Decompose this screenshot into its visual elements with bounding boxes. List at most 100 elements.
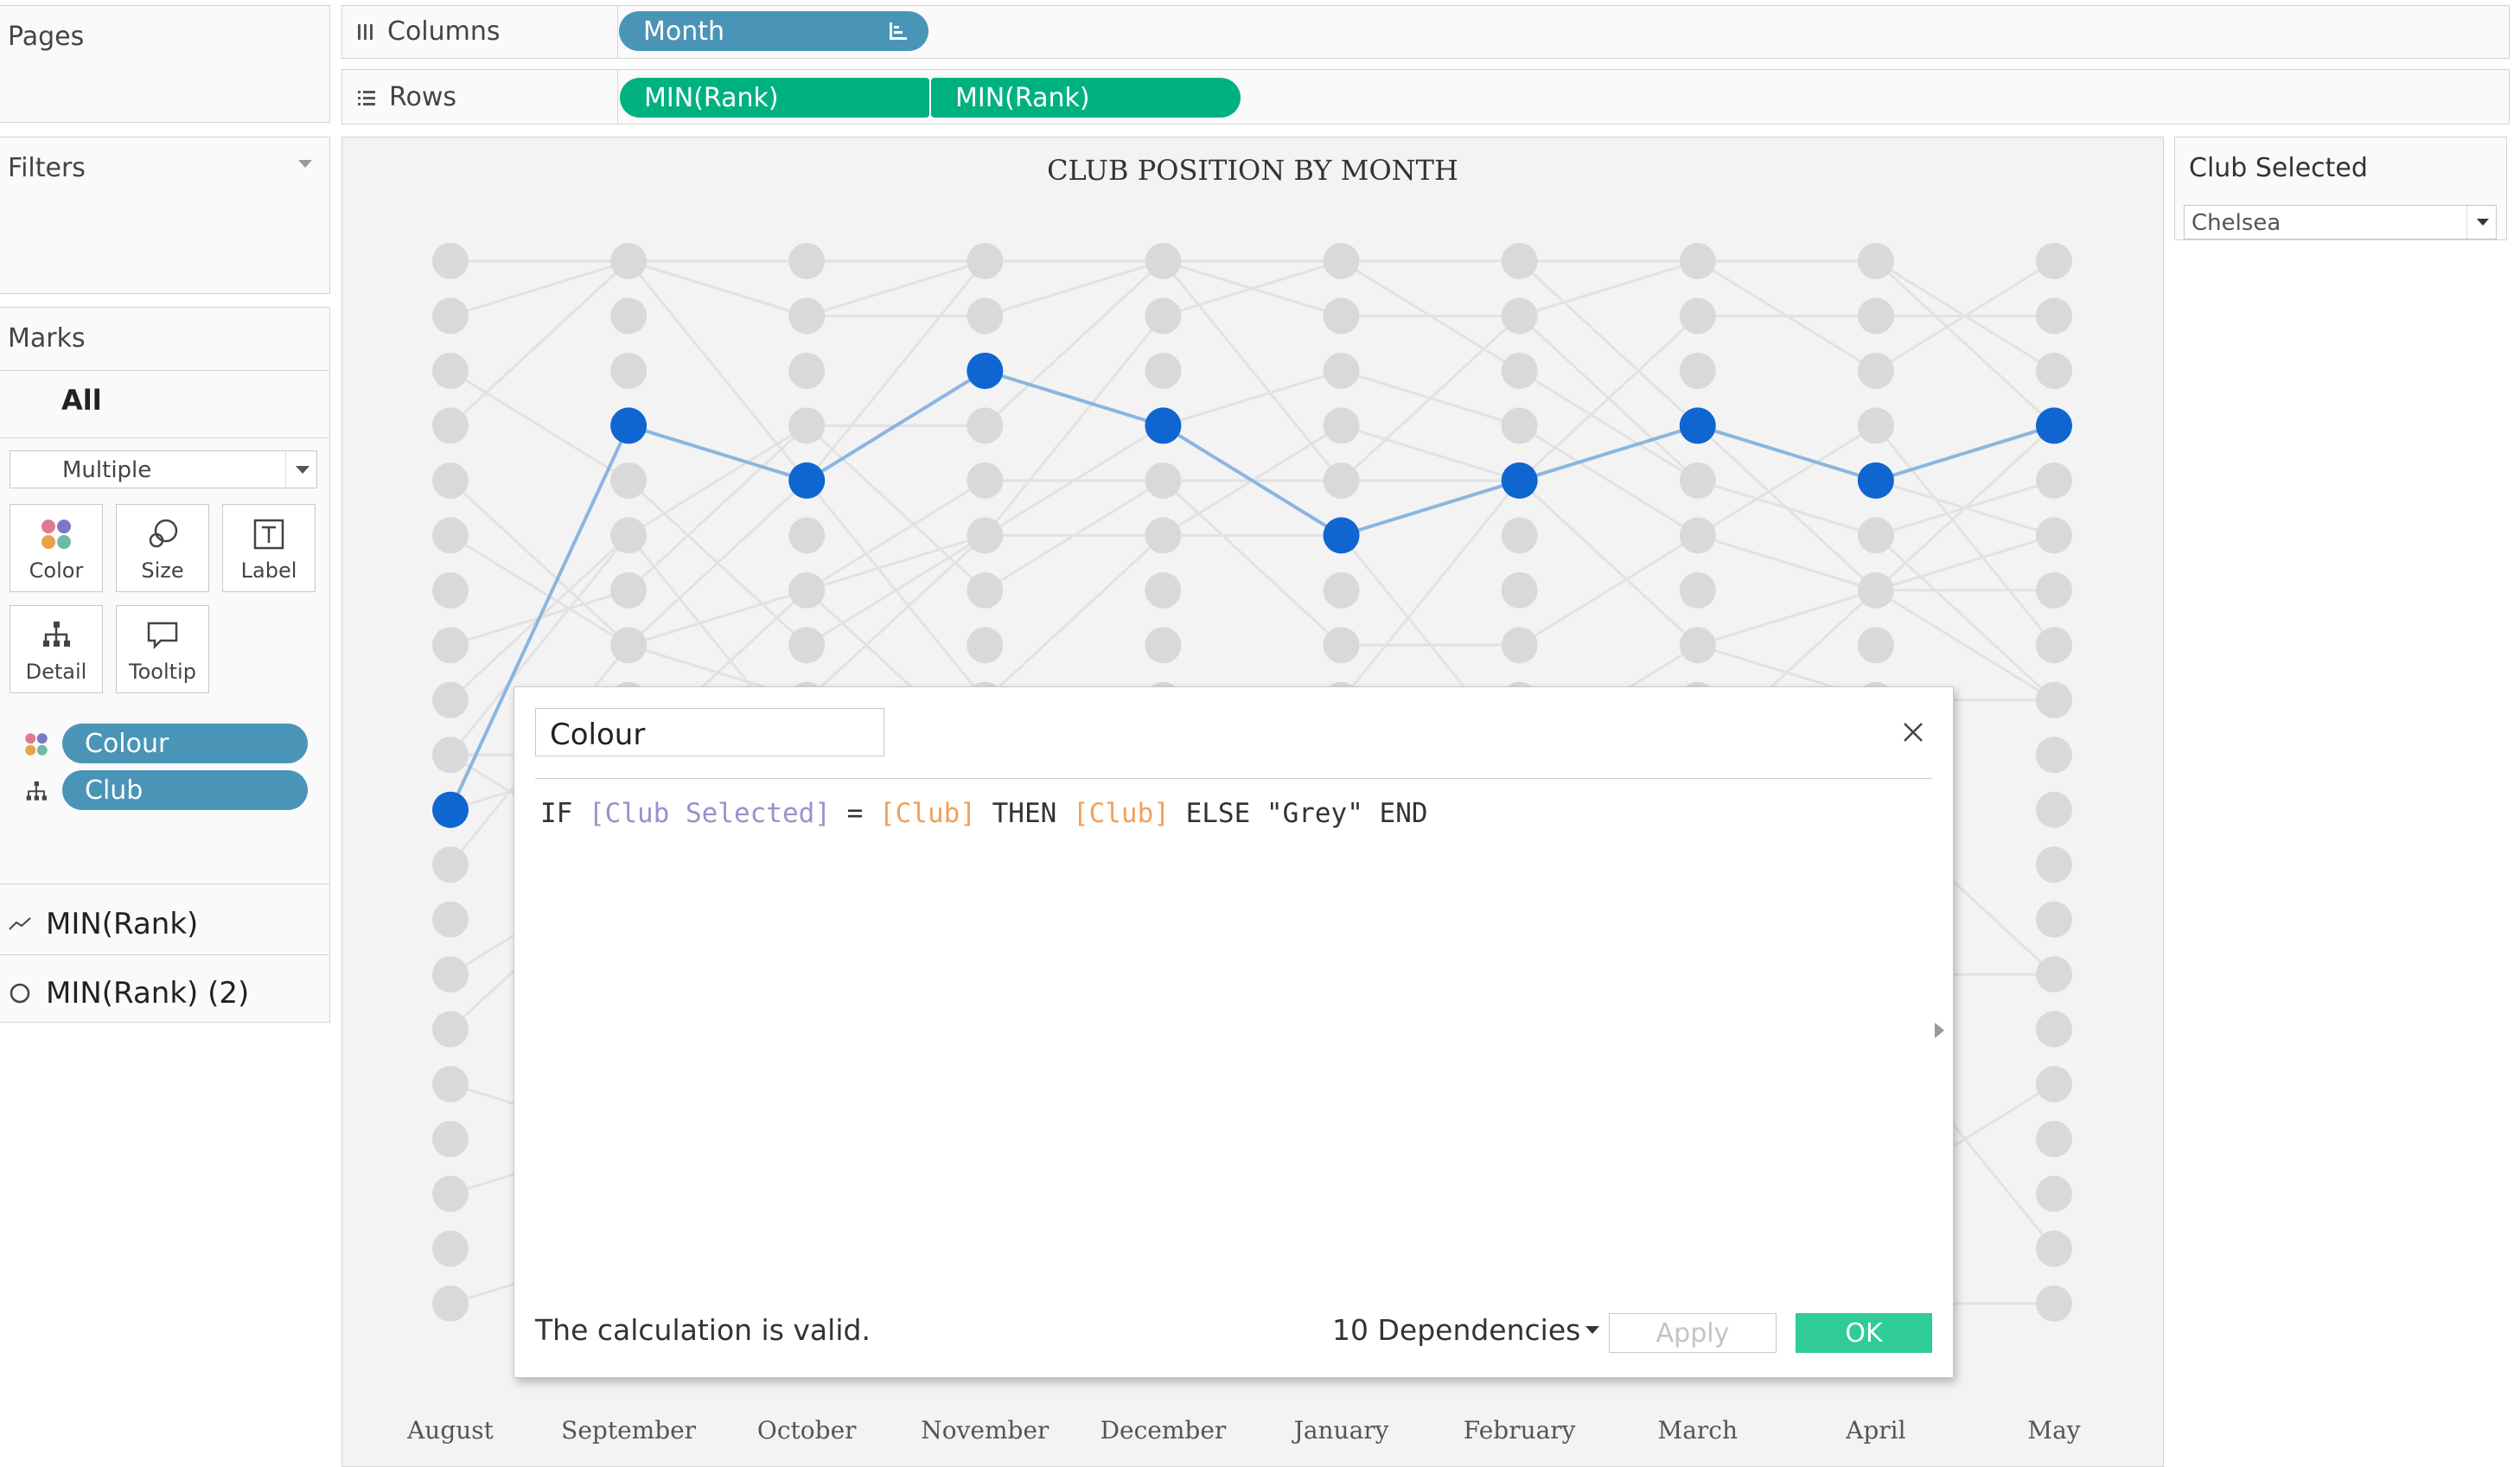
rank-dot[interactable] <box>1857 571 1894 609</box>
rank-dot[interactable] <box>1679 243 1716 279</box>
rank-dot[interactable] <box>1679 297 1716 335</box>
rank-dot[interactable] <box>1679 571 1716 609</box>
rank-dot[interactable] <box>2036 627 2072 664</box>
rank-dot[interactable] <box>610 297 648 335</box>
rank-dot[interactable] <box>788 627 826 664</box>
rank-dot[interactable] <box>1145 517 1182 554</box>
rank-dot[interactable] <box>1145 352 1182 389</box>
rank-dot[interactable] <box>1323 352 1360 389</box>
rank-dot[interactable] <box>432 901 469 938</box>
rank-dot[interactable] <box>2036 846 2072 883</box>
rank-dot[interactable] <box>432 462 469 499</box>
selected-club-dot[interactable] <box>610 407 648 444</box>
selected-club-dot[interactable] <box>1501 462 1538 499</box>
rank-dot[interactable] <box>2036 517 2072 554</box>
rank-dot[interactable] <box>2036 956 2072 993</box>
rank-dot[interactable] <box>2036 791 2072 828</box>
rank-dot[interactable] <box>2036 1285 2072 1322</box>
rank-dot[interactable] <box>967 407 1004 444</box>
selected-club-dot[interactable] <box>1679 407 1716 444</box>
apply-button[interactable]: Apply <box>1609 1313 1777 1353</box>
rank-dot[interactable] <box>432 681 469 718</box>
rank-dot[interactable] <box>432 1230 469 1267</box>
rank-dot[interactable] <box>1857 407 1894 444</box>
rank-dot[interactable] <box>432 297 469 335</box>
rank-dot[interactable] <box>1501 243 1538 279</box>
rank-dot[interactable] <box>610 517 648 554</box>
rank-dot[interactable] <box>788 352 826 389</box>
rank-dot[interactable] <box>2036 1120 2072 1158</box>
rank-dot[interactable] <box>2036 1066 2072 1103</box>
rank-dot[interactable] <box>432 1011 469 1048</box>
rank-dot[interactable] <box>1857 517 1894 554</box>
rank-dot[interactable] <box>1679 627 1716 664</box>
selected-club-dot[interactable] <box>1323 517 1360 554</box>
rank-dot[interactable] <box>1323 571 1360 609</box>
selected-club-dot[interactable] <box>432 791 469 828</box>
rank-dot[interactable] <box>1145 627 1182 664</box>
dependencies-dropdown[interactable]: 10 Dependencies <box>1332 1313 1600 1347</box>
rank-dot[interactable] <box>610 352 648 389</box>
rank-dot[interactable] <box>788 297 826 335</box>
rank-dot[interactable] <box>788 407 826 444</box>
rank-dot[interactable] <box>432 1176 469 1213</box>
selected-club-dot[interactable] <box>967 352 1004 389</box>
rank-dot[interactable] <box>1857 627 1894 664</box>
rank-dot[interactable] <box>2036 681 2072 718</box>
rank-dot[interactable] <box>1501 352 1538 389</box>
rank-dot[interactable] <box>788 517 826 554</box>
rank-dot[interactable] <box>432 571 469 609</box>
rank-dot[interactable] <box>610 571 648 609</box>
rank-dot[interactable] <box>1857 352 1894 389</box>
rank-dot[interactable] <box>1323 297 1360 335</box>
rank-dot[interactable] <box>1501 517 1538 554</box>
rank-dot[interactable] <box>967 243 1004 279</box>
rank-dot[interactable] <box>967 297 1004 335</box>
rank-dot[interactable] <box>432 846 469 883</box>
selected-club-dot[interactable] <box>2036 407 2072 444</box>
rank-dot[interactable] <box>1145 571 1182 609</box>
rank-dot[interactable] <box>432 243 469 279</box>
rank-dot[interactable] <box>1501 627 1538 664</box>
rank-dot[interactable] <box>2036 352 2072 389</box>
rank-dot[interactable] <box>610 243 648 279</box>
rank-dot[interactable] <box>610 627 648 664</box>
rank-dot[interactable] <box>1323 243 1360 279</box>
selected-club-dot[interactable] <box>788 462 826 499</box>
rank-dot[interactable] <box>2036 1011 2072 1048</box>
rank-dot[interactable] <box>1323 407 1360 444</box>
close-icon[interactable] <box>1901 720 1925 744</box>
rank-dot[interactable] <box>1145 462 1182 499</box>
rank-dot[interactable] <box>1679 462 1716 499</box>
rank-dot[interactable] <box>967 627 1004 664</box>
rank-dot[interactable] <box>1679 517 1716 554</box>
rank-dot[interactable] <box>1857 297 1894 335</box>
rank-dot[interactable] <box>2036 737 2072 774</box>
rank-dot[interactable] <box>967 571 1004 609</box>
rank-dot[interactable] <box>2036 901 2072 938</box>
rank-dot[interactable] <box>967 462 1004 499</box>
scroll-right-icon[interactable] <box>1935 1023 1944 1038</box>
rank-dot[interactable] <box>432 517 469 554</box>
rank-dot[interactable] <box>2036 297 2072 335</box>
rank-dot[interactable] <box>610 462 648 499</box>
rank-dot[interactable] <box>432 407 469 444</box>
rank-dot[interactable] <box>1323 627 1360 664</box>
rank-dot[interactable] <box>2036 243 2072 279</box>
rank-dot[interactable] <box>432 737 469 774</box>
rank-dot[interactable] <box>1501 407 1538 444</box>
rank-dot[interactable] <box>432 956 469 993</box>
rank-dot[interactable] <box>432 1120 469 1158</box>
selected-club-dot[interactable] <box>1145 407 1182 444</box>
rank-dot[interactable] <box>1857 243 1894 279</box>
rank-dot[interactable] <box>2036 1176 2072 1213</box>
rank-dot[interactable] <box>432 1066 469 1103</box>
calc-name-input[interactable]: Colour <box>535 708 884 756</box>
rank-dot[interactable] <box>1323 462 1360 499</box>
ok-button[interactable]: OK <box>1796 1313 1932 1353</box>
rank-dot[interactable] <box>432 627 469 664</box>
rank-dot[interactable] <box>2036 1230 2072 1267</box>
selected-club-dot[interactable] <box>1857 462 1894 499</box>
rank-dot[interactable] <box>788 243 826 279</box>
rank-dot[interactable] <box>1145 297 1182 335</box>
